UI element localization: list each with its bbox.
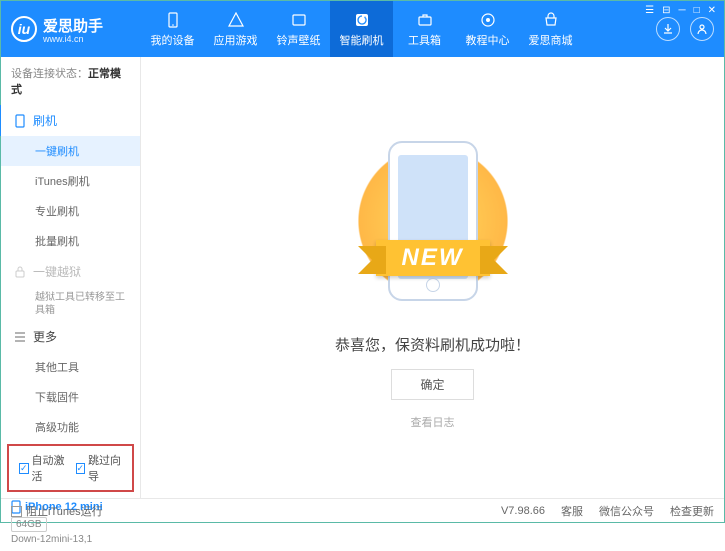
- update-link[interactable]: 检查更新: [670, 503, 714, 519]
- nav-flash[interactable]: 智能刷机: [330, 1, 393, 57]
- nav-ringtones[interactable]: 铃声壁纸: [267, 1, 330, 57]
- lock-icon[interactable]: ⊟: [662, 5, 670, 16]
- toolbox-icon: [416, 11, 434, 29]
- app-header: iu 爱思助手 www.i4.cn 我的设备 应用游戏 铃声壁纸 智能刷机 工具…: [1, 1, 724, 57]
- sidebar: 设备连接状态：正常模式 刷机 一键刷机 iTunes刷机 专业刷机 批量刷机 一…: [1, 57, 141, 498]
- sidebar-item-itunes[interactable]: iTunes刷机: [1, 166, 140, 196]
- store-icon: [542, 11, 560, 29]
- lock-icon: [13, 265, 27, 279]
- phone-icon: [164, 11, 182, 29]
- success-message: 恭喜您，保资料刷机成功啦！: [335, 334, 530, 355]
- new-ribbon: NEW: [376, 240, 490, 276]
- app-url: www.i4.cn: [43, 34, 103, 44]
- version-label: V7.98.66: [501, 505, 545, 517]
- window-controls: ☰ ⊟ ─ □ ✕: [645, 5, 716, 16]
- main-nav: 我的设备 应用游戏 铃声壁纸 智能刷机 工具箱 教程中心 爱思商城: [141, 1, 656, 57]
- sidebar-jailbreak: 一键越狱: [1, 256, 140, 287]
- wechat-link[interactable]: 微信公众号: [599, 503, 654, 519]
- device-detail: Down-12mini-13,1: [11, 534, 130, 545]
- nav-apps[interactable]: 应用游戏: [204, 1, 267, 57]
- close-icon[interactable]: ✕: [708, 5, 716, 16]
- nav-my-device[interactable]: 我的设备: [141, 1, 204, 57]
- apps-icon: [227, 11, 245, 29]
- sidebar-flash-section[interactable]: 刷机: [0, 105, 140, 136]
- maximize-icon[interactable]: □: [694, 5, 700, 16]
- sidebar-more-section[interactable]: 更多: [1, 321, 140, 352]
- user-button[interactable]: [690, 17, 714, 41]
- checkbox-block-itunes[interactable]: 阻止iTunes运行: [11, 503, 103, 519]
- success-illustration: NEW: [343, 126, 523, 316]
- wallpaper-icon: [290, 11, 308, 29]
- view-log-link[interactable]: 查看日志: [411, 414, 455, 430]
- connection-status: 设备连接状态：正常模式: [1, 57, 140, 105]
- minimize-icon[interactable]: ─: [678, 5, 685, 16]
- sidebar-item-pro[interactable]: 专业刷机: [1, 196, 140, 226]
- jailbreak-note: 越狱工具已转移至工具箱: [1, 287, 140, 321]
- sidebar-item-download[interactable]: 下载固件: [1, 382, 140, 412]
- checkbox-skip-guide[interactable]: ✓跳过向导: [76, 452, 123, 484]
- book-icon: [479, 11, 497, 29]
- options-row: ✓自动激活 ✓跳过向导: [7, 444, 134, 492]
- menu-icon: [13, 330, 27, 344]
- storage-badge: 64GB: [11, 517, 47, 532]
- logo-area: iu 爱思助手 www.i4.cn: [11, 15, 141, 44]
- nav-store[interactable]: 爱思商城: [519, 1, 582, 57]
- sidebar-item-other[interactable]: 其他工具: [1, 352, 140, 382]
- nav-toolbox[interactable]: 工具箱: [393, 1, 456, 57]
- sidebar-item-advanced[interactable]: 高级功能: [1, 412, 140, 442]
- main-content: NEW 恭喜您，保资料刷机成功啦！ 确定 查看日志: [141, 57, 724, 498]
- download-button[interactable]: [656, 17, 680, 41]
- phone-icon: [13, 114, 27, 128]
- sidebar-item-batch[interactable]: 批量刷机: [1, 226, 140, 256]
- menu-icon[interactable]: ☰: [645, 5, 654, 16]
- sidebar-item-oneclick[interactable]: 一键刷机: [1, 136, 140, 166]
- checkbox-auto-activate[interactable]: ✓自动激活: [19, 452, 66, 484]
- service-link[interactable]: 客服: [561, 503, 583, 519]
- app-name: 爱思助手: [43, 15, 103, 36]
- logo-icon: iu: [11, 16, 37, 42]
- refresh-icon: [353, 11, 371, 29]
- ok-button[interactable]: 确定: [391, 369, 473, 400]
- nav-tutorials[interactable]: 教程中心: [456, 1, 519, 57]
